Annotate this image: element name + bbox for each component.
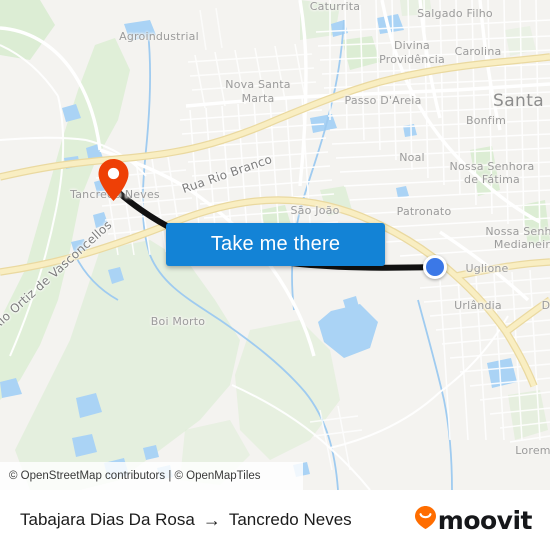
arrow-right-icon: → (202, 509, 221, 530)
footer-bar: Tabajara Dias Da Rosa → Tancredo Neves m… (0, 490, 550, 550)
map-attribution[interactable]: © OpenStreetMap contributors | © OpenMap… (0, 462, 303, 490)
route-destination: Tancredo Neves (228, 510, 352, 529)
moovit-map-screenshot: Caturrita Salgado Filho Agroindustrial Divi… (0, 0, 550, 550)
route-title: Tabajara Dias Da Rosa → Tancredo Neves (20, 510, 352, 531)
route-origin: Tabajara Dias Da Rosa (20, 510, 195, 529)
location-dot-icon[interactable] (423, 255, 447, 279)
take-me-there-button[interactable]: Take me there (166, 223, 385, 266)
map-pin-icon[interactable] (97, 158, 130, 202)
moovit-logo[interactable]: moovit (414, 505, 533, 535)
moovit-wordmark: moovit (437, 505, 533, 535)
moovit-pin-icon (414, 505, 437, 535)
map-canvas[interactable]: Caturrita Salgado Filho Agroindustrial Divi… (0, 0, 550, 490)
